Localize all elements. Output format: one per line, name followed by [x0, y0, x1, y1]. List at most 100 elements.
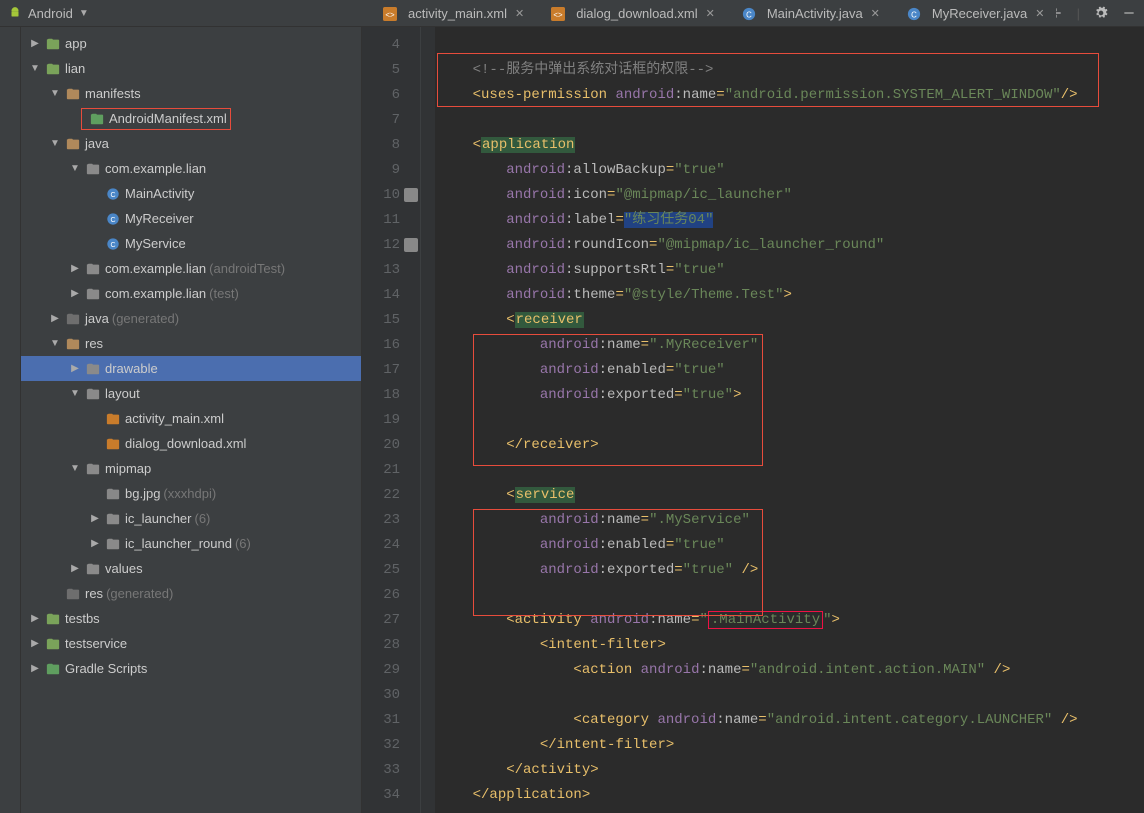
- tree-node[interactable]: ▶app: [21, 31, 361, 56]
- expand-arrow-icon[interactable]: ▶: [29, 38, 41, 49]
- line-number: 16: [362, 333, 420, 358]
- line-gutter: 4567891011121314151617181920212223242526…: [362, 27, 421, 813]
- close-icon[interactable]: ✕: [706, 7, 715, 20]
- expand-arrow-icon[interactable]: ▶: [69, 288, 81, 299]
- line-number: 23: [362, 508, 420, 533]
- expand-arrow-icon[interactable]: [69, 113, 81, 124]
- line-number: 24: [362, 533, 420, 558]
- tree-node[interactable]: ▶testbs: [21, 606, 361, 631]
- expand-arrow-icon[interactable]: [89, 488, 101, 499]
- expand-arrow-icon[interactable]: ▼: [49, 338, 61, 349]
- expand-arrow-icon[interactable]: ▶: [49, 313, 61, 324]
- tree-node[interactable]: ▼mipmap: [21, 456, 361, 481]
- expand-arrow-icon[interactable]: ▼: [69, 163, 81, 174]
- tree-node[interactable]: bg.jpg(xxxhdpi): [21, 481, 361, 506]
- expand-arrow-icon[interactable]: [89, 188, 101, 199]
- svg-text:<>: <>: [554, 10, 564, 19]
- line-number: 11: [362, 208, 420, 233]
- svg-text:C: C: [746, 10, 752, 19]
- expand-arrow-icon[interactable]: [49, 588, 61, 599]
- svg-text:C: C: [110, 242, 115, 249]
- tree-node[interactable]: ▼layout: [21, 381, 361, 406]
- tree-node[interactable]: ▼com.example.lian: [21, 156, 361, 181]
- line-number: 22: [362, 483, 420, 508]
- line-number: 21: [362, 458, 420, 483]
- svg-text:<>: <>: [385, 10, 395, 19]
- tree-node[interactable]: ▼res: [21, 331, 361, 356]
- tree-node[interactable]: ▶ic_launcher(6): [21, 506, 361, 531]
- tab-label: activity_main.xml: [408, 6, 507, 21]
- tree-node[interactable]: ▶testservice: [21, 631, 361, 656]
- expand-arrow-icon[interactable]: ▶: [69, 563, 81, 574]
- svg-text:C: C: [911, 10, 917, 19]
- expand-arrow-icon[interactable]: [89, 438, 101, 449]
- line-number: 31: [362, 708, 420, 733]
- editor-tab[interactable]: <> dialog_download.xml ✕: [536, 1, 725, 26]
- expand-arrow-icon[interactable]: [89, 213, 101, 224]
- tree-node[interactable]: ▼lian: [21, 56, 361, 81]
- expand-arrow-icon[interactable]: ▼: [29, 63, 41, 74]
- expand-arrow-icon[interactable]: ▼: [49, 88, 61, 99]
- tree-node[interactable]: ▶java(generated): [21, 306, 361, 331]
- tree-node[interactable]: CMyReceiver: [21, 206, 361, 231]
- line-number: 25: [362, 558, 420, 583]
- line-number: 14: [362, 283, 420, 308]
- editor-tab[interactable]: <> activity_main.xml ✕: [368, 1, 534, 26]
- expand-arrow-icon[interactable]: ▶: [29, 638, 41, 649]
- expand-arrow-icon[interactable]: [89, 238, 101, 249]
- expand-arrow-icon[interactable]: ▶: [89, 538, 101, 549]
- line-number: 18: [362, 383, 420, 408]
- project-tree[interactable]: ▶app▼lian▼manifests AndroidManifest.xml▼…: [21, 27, 362, 813]
- editor-tab[interactable]: C MainActivity.java ✕: [727, 1, 890, 26]
- code-editor[interactable]: <!--服务中弹出系统对话框的权限--> <uses-permission an…: [435, 27, 1144, 813]
- line-number: 27: [362, 608, 420, 633]
- tree-node[interactable]: ▼java: [21, 131, 361, 156]
- tree-node[interactable]: CMyService: [21, 231, 361, 256]
- tree-node[interactable]: ▶drawable: [21, 356, 361, 381]
- line-number: 9: [362, 158, 420, 183]
- tree-node[interactable]: CMainActivity: [21, 181, 361, 206]
- tree-node[interactable]: ▶Gradle Scripts: [21, 656, 361, 681]
- tree-node[interactable]: res(generated): [21, 581, 361, 606]
- tab-label: MainActivity.java: [767, 6, 863, 21]
- gear-icon[interactable]: [1094, 6, 1108, 20]
- line-number: 7: [362, 108, 420, 133]
- line-number: 20: [362, 433, 420, 458]
- tree-node[interactable]: ▶values: [21, 556, 361, 581]
- tree-node[interactable]: dialog_download.xml: [21, 431, 361, 456]
- tree-node[interactable]: AndroidManifest.xml: [21, 106, 361, 131]
- editor-tab[interactable]: C MyReceiver.java ✕: [892, 1, 1055, 26]
- project-selector[interactable]: Android ▼: [8, 6, 89, 21]
- tree-node[interactable]: ▶ic_launcher_round(6): [21, 531, 361, 556]
- expand-arrow-icon[interactable]: ▶: [89, 513, 101, 524]
- line-number: 30: [362, 683, 420, 708]
- tree-node[interactable]: activity_main.xml: [21, 406, 361, 431]
- line-number: 34: [362, 783, 420, 808]
- minus-icon[interactable]: [1122, 6, 1136, 20]
- gutter-image-icon[interactable]: [404, 188, 418, 202]
- tree-node[interactable]: ▶com.example.lian(test): [21, 281, 361, 306]
- close-icon[interactable]: ✕: [515, 7, 524, 20]
- gutter-image-icon[interactable]: [404, 238, 418, 252]
- tab-label: dialog_download.xml: [576, 6, 697, 21]
- close-icon[interactable]: ✕: [871, 7, 880, 20]
- expand-arrow-icon[interactable]: ▶: [69, 363, 81, 374]
- line-number: 32: [362, 733, 420, 758]
- tree-node[interactable]: ▶com.example.lian(androidTest): [21, 256, 361, 281]
- line-number: 15: [362, 308, 420, 333]
- tab-label: MyReceiver.java: [932, 6, 1027, 21]
- expand-arrow-icon[interactable]: ▶: [29, 663, 41, 674]
- line-number: 28: [362, 633, 420, 658]
- expand-arrow-icon[interactable]: ▶: [69, 263, 81, 274]
- expand-arrow-icon[interactable]: ▶: [29, 613, 41, 624]
- expand-arrow-icon[interactable]: ▼: [49, 138, 61, 149]
- chevron-down-icon: ▼: [79, 8, 89, 19]
- expand-arrow-icon[interactable]: [89, 413, 101, 424]
- line-number: 17: [362, 358, 420, 383]
- svg-text:C: C: [110, 217, 115, 224]
- expand-arrow-icon[interactable]: ▼: [69, 463, 81, 474]
- tree-node[interactable]: ▼manifests: [21, 81, 361, 106]
- close-icon[interactable]: ✕: [1035, 7, 1044, 20]
- project-name: Android: [28, 6, 73, 21]
- expand-arrow-icon[interactable]: ▼: [69, 388, 81, 399]
